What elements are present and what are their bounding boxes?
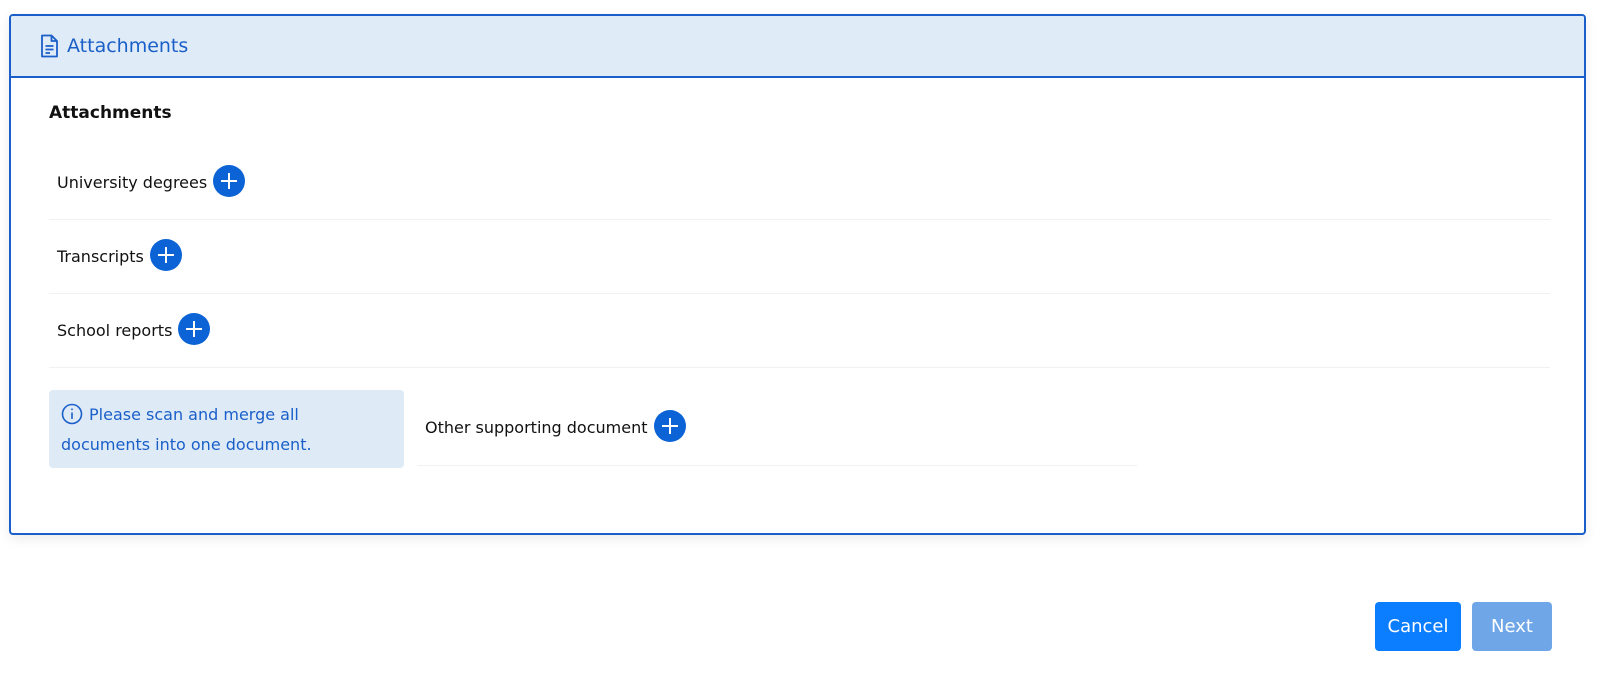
add-transcripts-button[interactable] [149,238,182,271]
plus-icon [157,246,174,263]
info-notice: Please scan and merge all documents into… [49,390,404,468]
attachment-label: School reports [57,321,173,340]
plus-icon [186,320,203,337]
attachment-row-school-reports: School reports [49,294,1550,368]
document-icon [39,34,59,58]
plus-icon [221,172,238,189]
plus-icon [661,417,678,434]
next-button[interactable]: Next [1472,602,1552,651]
cancel-button[interactable]: Cancel [1375,602,1461,651]
section-title: Attachments [49,103,172,123]
panel-header: Attachments [11,16,1584,78]
attachment-row-other-supporting-document: Other supporting document [417,390,1137,466]
attachment-row-university-degrees: University degrees [49,146,1550,220]
attachment-row-transcripts: Transcripts [49,220,1550,294]
attachments-panel: Attachments Attachments University degre… [9,14,1586,535]
add-university-degrees-button[interactable] [213,164,246,197]
add-other-supporting-document-button[interactable] [653,409,686,442]
info-icon [61,403,83,425]
attachment-label: Transcripts [57,247,144,266]
add-school-reports-button[interactable] [178,312,211,345]
panel-header-title: Attachments [67,35,189,57]
attachment-label: University degrees [57,173,208,192]
attachment-label: Other supporting document [425,418,648,437]
info-notice-text: Please scan and merge all documents into… [61,405,312,454]
